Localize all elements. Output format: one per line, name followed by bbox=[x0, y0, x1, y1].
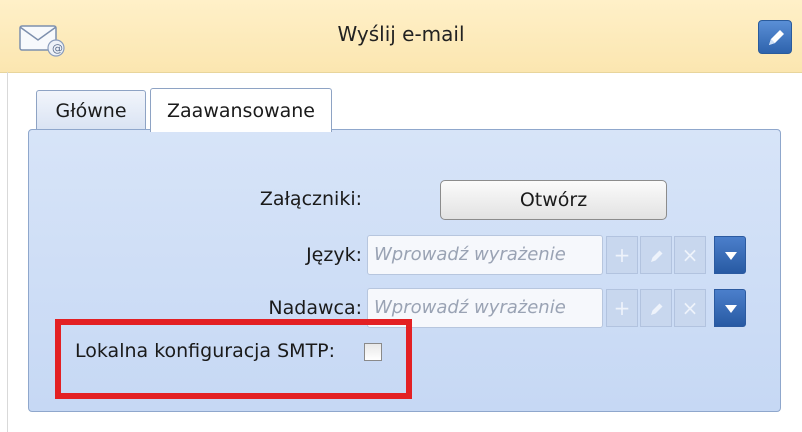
pencil-icon bbox=[651, 303, 663, 315]
language-label: Język: bbox=[306, 244, 362, 266]
sender-clear-button[interactable]: × bbox=[674, 289, 706, 327]
pencil-icon bbox=[769, 30, 784, 45]
attachments-label: Załączniki: bbox=[259, 188, 362, 210]
chevron-down-icon bbox=[725, 305, 737, 313]
highlight-box bbox=[55, 319, 412, 399]
window-title: Wyślij e-mail bbox=[337, 22, 465, 46]
sender-add-button[interactable]: + bbox=[606, 289, 638, 327]
sender-dropdown-button[interactable] bbox=[714, 289, 746, 327]
language-add-button[interactable]: + bbox=[606, 236, 638, 274]
pencil-icon bbox=[651, 250, 663, 262]
language-expression-input[interactable]: Wprowadź wyrażenie bbox=[367, 235, 603, 275]
title-bar: @ Wyślij e-mail bbox=[0, 0, 802, 73]
language-edit-button[interactable] bbox=[640, 236, 672, 274]
language-clear-button[interactable]: × bbox=[674, 236, 706, 274]
edit-button[interactable] bbox=[758, 20, 792, 54]
chevron-down-icon bbox=[725, 252, 737, 260]
sender-label: Nadawca: bbox=[268, 297, 362, 319]
open-button[interactable]: Otwórz bbox=[440, 180, 667, 220]
tab-zaawansowane[interactable]: Zaawansowane bbox=[150, 88, 332, 132]
language-dropdown-button[interactable] bbox=[714, 236, 746, 274]
sender-edit-button[interactable] bbox=[640, 289, 672, 327]
window-border bbox=[7, 72, 8, 432]
tab-glowne[interactable]: Główne bbox=[36, 90, 146, 130]
